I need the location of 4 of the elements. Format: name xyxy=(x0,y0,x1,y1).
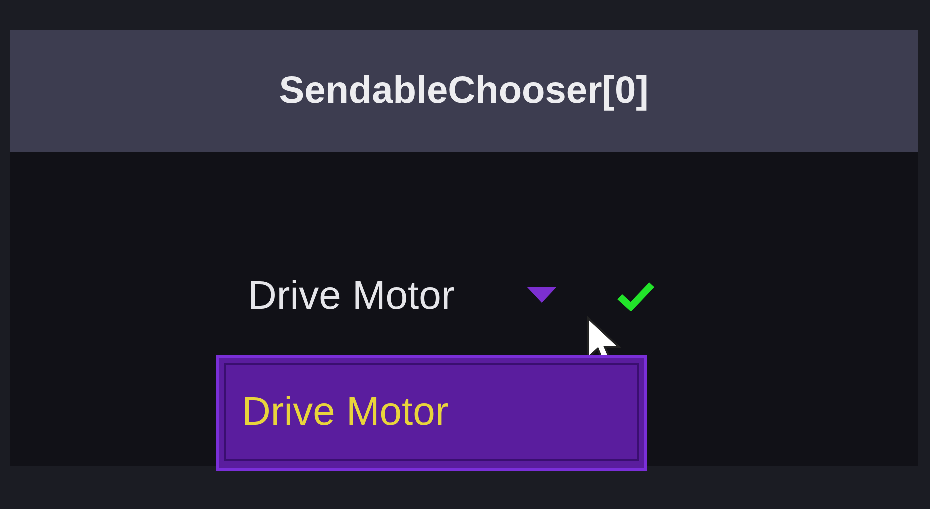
dropdown-arrow-icon[interactable] xyxy=(526,287,557,305)
widget-title: SendableChooser[0] xyxy=(279,68,649,114)
chooser-value[interactable]: Drive Motor xyxy=(248,276,455,316)
dropdown-option[interactable]: Drive Motor xyxy=(224,363,639,461)
